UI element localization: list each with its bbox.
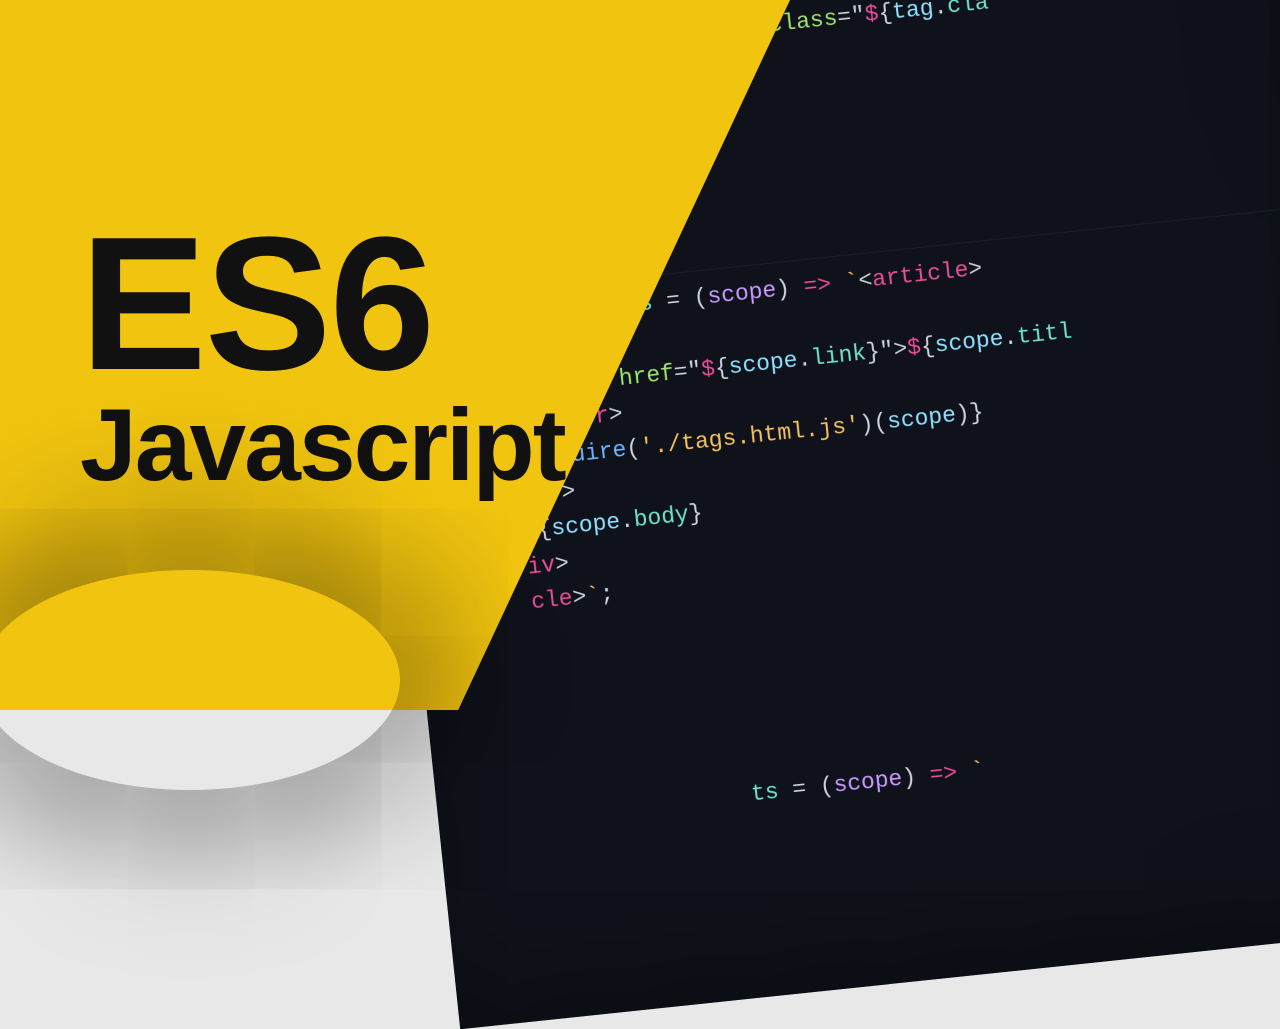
editor-footer-fragment: ts = (scope) => ` <box>736 706 1280 815</box>
